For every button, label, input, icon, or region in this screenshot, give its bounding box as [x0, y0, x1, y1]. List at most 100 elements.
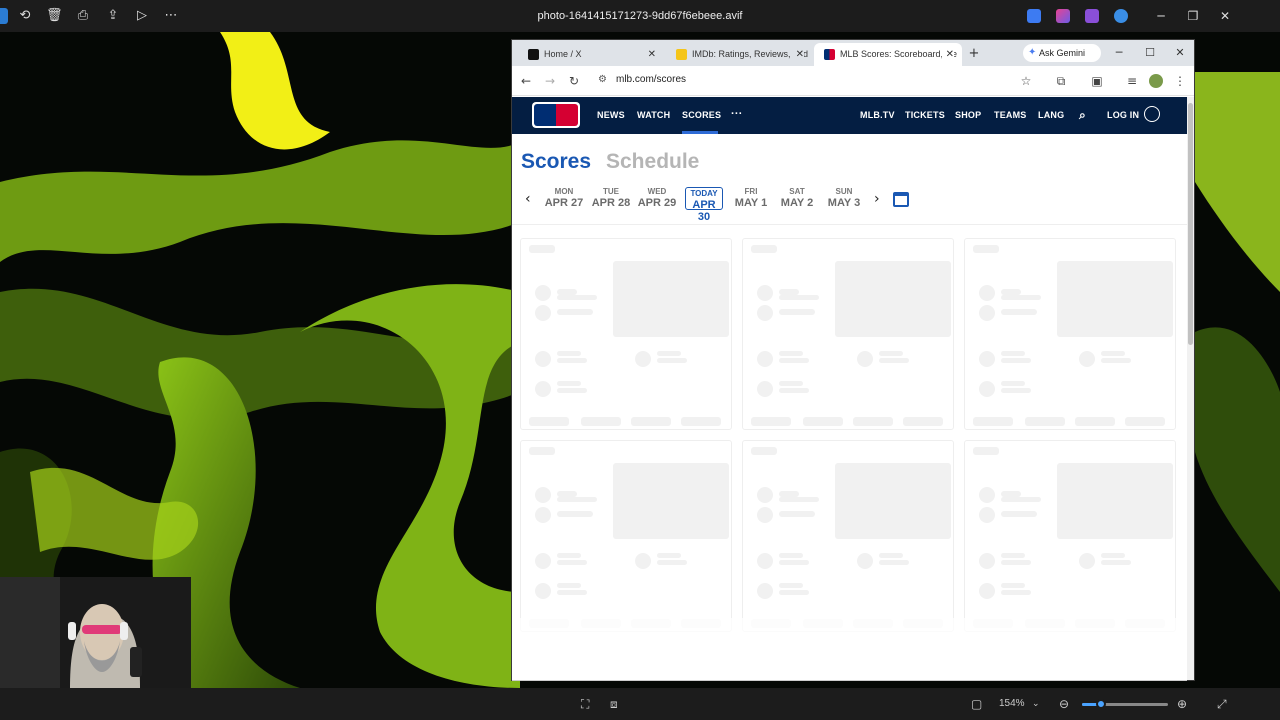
nav-teams[interactable]: TEAMS	[994, 110, 1027, 120]
zoom-in-icon[interactable]: ⊕	[1177, 696, 1187, 712]
tray-app-icon-2[interactable]	[1056, 9, 1070, 23]
calendar-icon[interactable]	[893, 192, 909, 207]
zoom-level[interactable]: 154%	[999, 696, 1025, 712]
skeleton-block	[979, 381, 995, 397]
fullscreen-toggle-icon[interactable]: ▢	[971, 696, 982, 712]
nav-shop[interactable]: SHOP	[955, 110, 981, 120]
ocr-icon[interactable]: ⧈	[610, 696, 618, 712]
schedule-heading[interactable]: Schedule	[606, 150, 699, 174]
bookmark-star-icon[interactable]: ☆	[1018, 73, 1034, 89]
site-info-icon[interactable]: ⚙	[598, 74, 607, 85]
close-tab-icon[interactable]: ✕	[791, 43, 804, 66]
login-link[interactable]: LOG IN	[1107, 110, 1139, 120]
forward-icon[interactable]: →	[542, 73, 558, 89]
more-icon[interactable]: ⋯	[163, 8, 179, 24]
page-scrollbar[interactable]	[1187, 97, 1194, 680]
media-controls-icon[interactable]: ≡	[1124, 73, 1140, 89]
tab-x[interactable]: Home / X ✕	[518, 43, 664, 66]
back-icon[interactable]: ←	[518, 73, 534, 89]
tab-mlb[interactable]: MLB Scores: Scoreboard, Re ✕	[814, 43, 962, 66]
print-icon[interactable]: ⎙	[75, 8, 91, 24]
close-button[interactable]: ✕	[1211, 6, 1239, 26]
date-sun[interactable]: SUN MAY 3	[822, 187, 866, 209]
minimize-button[interactable]: ─	[1147, 6, 1175, 26]
nav-watch[interactable]: WATCH	[637, 110, 670, 120]
browser-minimize-button[interactable]: ─	[1108, 44, 1130, 62]
mlb-logo[interactable]	[532, 102, 580, 128]
scores-heading[interactable]: Scores	[521, 150, 591, 174]
skeleton-block	[779, 358, 809, 363]
skeleton-block	[979, 507, 995, 523]
skeleton-block	[635, 351, 651, 367]
profile-avatar[interactable]	[1149, 74, 1163, 88]
nav-more[interactable]: ···	[731, 108, 743, 120]
tab-strip: Home / X ✕ IMDb: Ratings, Reviews, and ✕…	[512, 40, 1194, 66]
tray-app-icon-1[interactable]	[1027, 9, 1041, 23]
skeleton-block	[557, 351, 581, 356]
skeleton-block	[581, 417, 621, 426]
nav-tickets[interactable]: TICKETS	[905, 110, 945, 120]
nav-lang[interactable]: LANG	[1038, 110, 1064, 120]
skeleton-block	[903, 417, 943, 426]
skeleton-block	[1001, 309, 1037, 315]
nav-scores[interactable]: SCORES	[682, 110, 721, 120]
side-panel-icon[interactable]: ▣	[1089, 73, 1105, 89]
scroll-thumb[interactable]	[1188, 103, 1193, 345]
skeleton-block	[979, 553, 995, 569]
next-dates-icon[interactable]: ›	[874, 191, 880, 207]
extensions-icon[interactable]: ⧉	[1053, 73, 1069, 89]
browser-maximize-button[interactable]: ☐	[1139, 44, 1161, 62]
ask-gemini-button[interactable]: ✦ Ask Gemini	[1023, 44, 1101, 62]
search-icon[interactable]: ⌕	[1079, 108, 1086, 123]
zoom-out-icon[interactable]: ⊖	[1059, 696, 1069, 712]
browser-close-button[interactable]: ✕	[1169, 44, 1191, 62]
skeleton-block	[751, 417, 791, 426]
skeleton-block	[557, 560, 587, 565]
skeleton-block	[1001, 295, 1041, 300]
skeleton-block	[779, 583, 803, 588]
skeleton-block	[1057, 463, 1173, 539]
slideshow-icon[interactable]: ▷	[134, 8, 150, 24]
new-tab-button[interactable]: +	[964, 44, 984, 64]
skeleton-block	[681, 417, 721, 426]
zoom-slider[interactable]	[1082, 703, 1168, 706]
date-today[interactable]: TODAY APR 30	[685, 187, 723, 223]
share-icon[interactable]: ⇪	[105, 8, 121, 24]
skeleton-block	[557, 497, 597, 502]
close-tab-icon[interactable]: ✕	[648, 43, 656, 66]
cloud-icon[interactable]	[1114, 9, 1128, 23]
skeleton-block	[1079, 553, 1095, 569]
zoom-slider-thumb[interactable]	[1096, 699, 1106, 709]
zoom-dropdown-icon[interactable]: ⌄	[1032, 696, 1040, 712]
skeleton-block	[779, 309, 815, 315]
fit-icon[interactable]: ⛶	[581, 696, 589, 712]
user-icon[interactable]	[1144, 106, 1160, 122]
nav-mlbtv[interactable]: MLB.TV	[860, 110, 895, 120]
webcam-overlay	[0, 577, 191, 688]
maximize-button[interactable]: ❐	[1179, 6, 1207, 26]
photo-viewer-titlebar: ⟲ 🗑 ⎙ ⇪ ▷ ⋯ photo-1641415171273-9dd67f6e…	[0, 0, 1280, 32]
skeleton-block	[635, 553, 651, 569]
expand-icon[interactable]: ⤢	[1217, 696, 1227, 712]
skeleton-block	[535, 553, 551, 569]
delete-icon[interactable]: 🗑	[46, 8, 63, 24]
menu-icon[interactable]: ⋮	[1172, 73, 1188, 89]
skeleton-block	[557, 295, 597, 300]
skeleton-block	[973, 245, 999, 253]
date-wed[interactable]: WED APR 29	[635, 187, 679, 209]
tab-imdb[interactable]: IMDb: Ratings, Reviews, and ✕	[666, 43, 812, 66]
close-tab-icon[interactable]: ✕	[941, 43, 954, 66]
nav-news[interactable]: NEWS	[597, 110, 625, 120]
reload-icon[interactable]: ↻	[566, 73, 582, 89]
address-bar[interactable]: mlb.com/scores	[616, 74, 686, 85]
date-tue[interactable]: TUE APR 28	[589, 187, 633, 209]
tray-app-icon-3[interactable]	[1085, 9, 1099, 23]
rotate-icon[interactable]: ⟲	[17, 8, 33, 24]
date-sat[interactable]: SAT MAY 2	[775, 187, 819, 209]
date-mon[interactable]: MON APR 27	[542, 187, 586, 209]
skeleton-block	[879, 351, 903, 356]
date-fri[interactable]: FRI MAY 1	[729, 187, 773, 209]
prev-dates-icon[interactable]: ‹	[525, 191, 531, 207]
skeleton-block	[857, 351, 873, 367]
skeleton-block	[973, 417, 1013, 426]
